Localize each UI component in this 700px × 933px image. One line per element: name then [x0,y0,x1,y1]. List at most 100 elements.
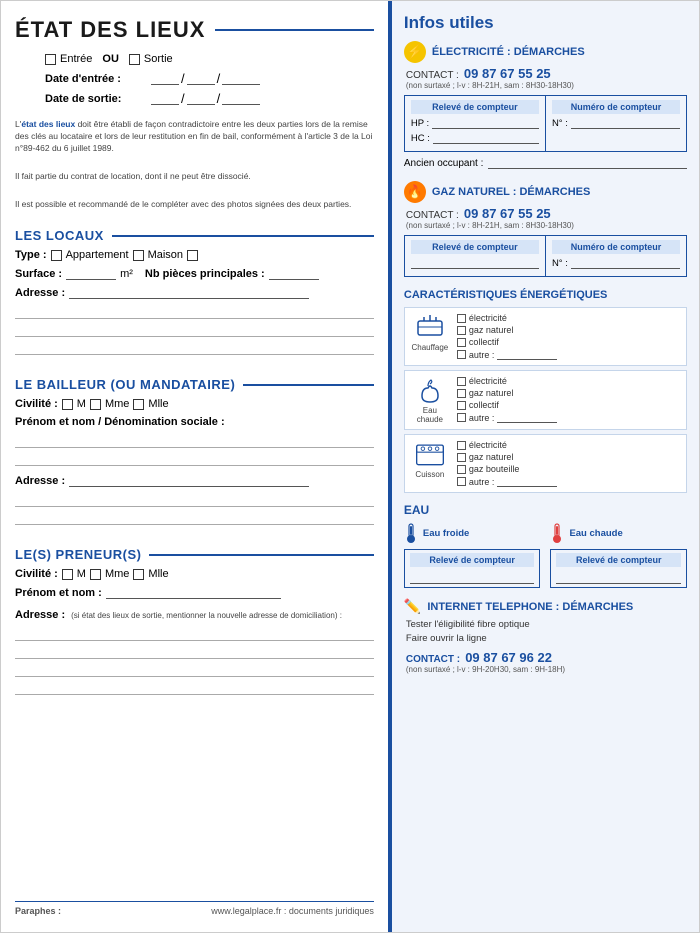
prenom-preneur-label: Prénom et nom : [15,587,102,599]
section-bailleur: LE BAILLEUR (OU MANDATAIRE) [15,377,374,392]
footer-url: www.legalplace.fr : documents juridiques [211,906,374,916]
chauffage-elec[interactable]: électricité [457,313,558,323]
chauffage-gaz[interactable]: gaz naturel [457,325,558,335]
mlle-bailleur-option[interactable]: Mlle [133,398,168,410]
internet-title-row: ✏️ INTERNET TELEPHONE : DÉMARCHES [404,598,687,615]
civilite-preneur-row: Civilité : M Mme Mlle [15,568,374,580]
title-divider [215,29,373,31]
date-entree-month[interactable] [187,72,215,85]
legal-text-2: Il fait partie du contrat de location, d… [15,171,374,183]
eau-gaz-cb[interactable] [457,389,466,398]
electricite-contact-label: CONTACT : [406,70,459,81]
m-preneur-label: M [77,568,86,580]
cuisson-autre-input[interactable] [497,476,557,487]
eau-collectif[interactable]: collectif [457,400,558,410]
nb-pieces-input[interactable] [269,267,319,280]
electricite-non-surtaxe: (non surtaxé ; l-v : 8H-21H, sam : 8H30-… [406,81,687,90]
cuisson-bouteille-cb[interactable] [457,465,466,474]
appart-checkbox[interactable] [51,250,62,261]
eau-autre-cb[interactable] [457,413,466,422]
left-column: ÉTAT DES LIEUX Entrée OU Sortie Date d'e… [1,1,390,932]
legal-text-3: Il est possible et recommandé de le comp… [15,199,374,211]
electricite-numero-header: Numéro de compteur [552,100,680,114]
gaz-numero-cell: Numéro de compteur N° : [546,236,686,276]
entree-checkbox[interactable] [45,54,56,65]
cuisson-elec-cb[interactable] [457,441,466,450]
electricite-title-row: ⚡ ÉLECTRICITÉ : DÉMARCHES [404,41,687,63]
mlle-bailleur-checkbox[interactable] [133,399,144,410]
cuisson-gaz-cb[interactable] [457,453,466,462]
chauffage-collectif-cb[interactable] [457,338,466,347]
date-sortie-month[interactable] [187,92,215,105]
gaz-section: 🔥 GAZ NATUREL : DÉMARCHES CONTACT : 09 8… [404,181,687,277]
surface-input[interactable] [66,267,116,280]
gaz-releve-header: Relevé de compteur [411,240,539,254]
eau-elec[interactable]: électricité [457,376,558,386]
date-sortie-year[interactable] [222,92,260,105]
chauffage-autre-input[interactable] [497,349,557,360]
eau-meter-row: Relevé de compteur Relevé de compteur [404,549,687,588]
date-entree-day[interactable] [151,72,179,85]
gaz-value-row [411,257,539,269]
m-preneur-checkbox[interactable] [62,569,73,580]
eau-chaude-checkboxes: électricité gaz naturel collectif autre … [457,376,558,423]
eau-collectif-cb[interactable] [457,401,466,410]
adresse-locaux-input[interactable] [69,286,309,299]
mme-bailleur-option[interactable]: Mme [90,398,129,410]
maison-checkbox[interactable] [133,250,144,261]
cuisson-elec[interactable]: électricité [457,440,558,450]
section-locaux-label: LES LOCAUX [15,228,104,243]
chauffage-gaz-cb[interactable] [457,326,466,335]
civilite-bailleur-row: Civilité : M Mme Mlle [15,398,374,410]
cuisson-autre-cb[interactable] [457,477,466,486]
adresse-bailleur-input[interactable] [69,474,309,487]
internet-contact-number: 09 87 67 96 22 [465,650,552,665]
gaz-title: GAZ NATUREL : DÉMARCHES [432,186,590,198]
adresse-preneur-label: Adresse : [15,609,65,621]
date-sortie-day[interactable] [151,92,179,105]
date-entree-year[interactable] [222,72,260,85]
eau-chaude-label: Eau chaude [411,406,449,424]
appart-option[interactable]: Appartement [51,249,129,261]
m-preneur-option[interactable]: M [62,568,86,580]
entree-label: Entrée [60,53,92,65]
eau-elec-cb[interactable] [457,377,466,386]
eau-autre-input[interactable] [497,412,557,423]
mme-bailleur-label: Mme [105,398,129,410]
cuisson-checkboxes: électricité gaz naturel gaz bouteille au… [457,440,558,487]
surface-unit: m² [120,268,133,280]
mlle-preneur-option[interactable]: Mlle [133,568,168,580]
right-column: Infos utiles ⚡ ÉLECTRICITÉ : DÉMARCHES C… [390,1,699,932]
sep1: / [181,71,185,86]
entree-option[interactable]: Entrée [45,53,92,65]
chauffage-elec-cb[interactable] [457,314,466,323]
cuisson-label: Cuisson [415,470,444,479]
thermometer-froide-icon [404,522,418,544]
gaz-title-row: 🔥 GAZ NATUREL : DÉMARCHES [404,181,687,203]
gaz-meter-table: Relevé de compteur Numéro de compteur N°… [404,235,687,277]
mme-preneur-option[interactable]: Mme [90,568,129,580]
prenom-preneur-input[interactable] [106,586,281,599]
adresse-bailleur-label: Adresse : [15,475,65,487]
chauffage-autre-cb[interactable] [457,350,466,359]
mlle-preneur-checkbox[interactable] [133,569,144,580]
other-checkbox[interactable] [187,250,198,261]
maison-option[interactable]: Maison [133,249,183,261]
internet-non-surtaxe: (non surtaxé ; l-v : 9H-20H30, sam : 9H-… [406,665,687,674]
mme-bailleur-checkbox[interactable] [90,399,101,410]
chauffage-collectif[interactable]: collectif [457,337,558,347]
m-bailleur-option[interactable]: M [62,398,86,410]
m-bailleur-checkbox[interactable] [62,399,73,410]
sortie-checkbox[interactable] [129,54,140,65]
cuisson-gaz[interactable]: gaz naturel [457,452,558,462]
prenom-preneur-row: Prénom et nom : [15,586,374,599]
eau-froide-col: Eau froide [404,522,541,544]
adresse-locaux-line3 [15,341,374,355]
cuisson-bouteille[interactable]: gaz bouteille [457,464,558,474]
section-bailleur-line [243,384,374,386]
mme-preneur-checkbox[interactable] [90,569,101,580]
hc-row: HC : [411,132,539,144]
eau-gaz[interactable]: gaz naturel [457,388,558,398]
sortie-option[interactable]: Sortie [129,53,173,65]
chauffage-icon [414,313,446,341]
